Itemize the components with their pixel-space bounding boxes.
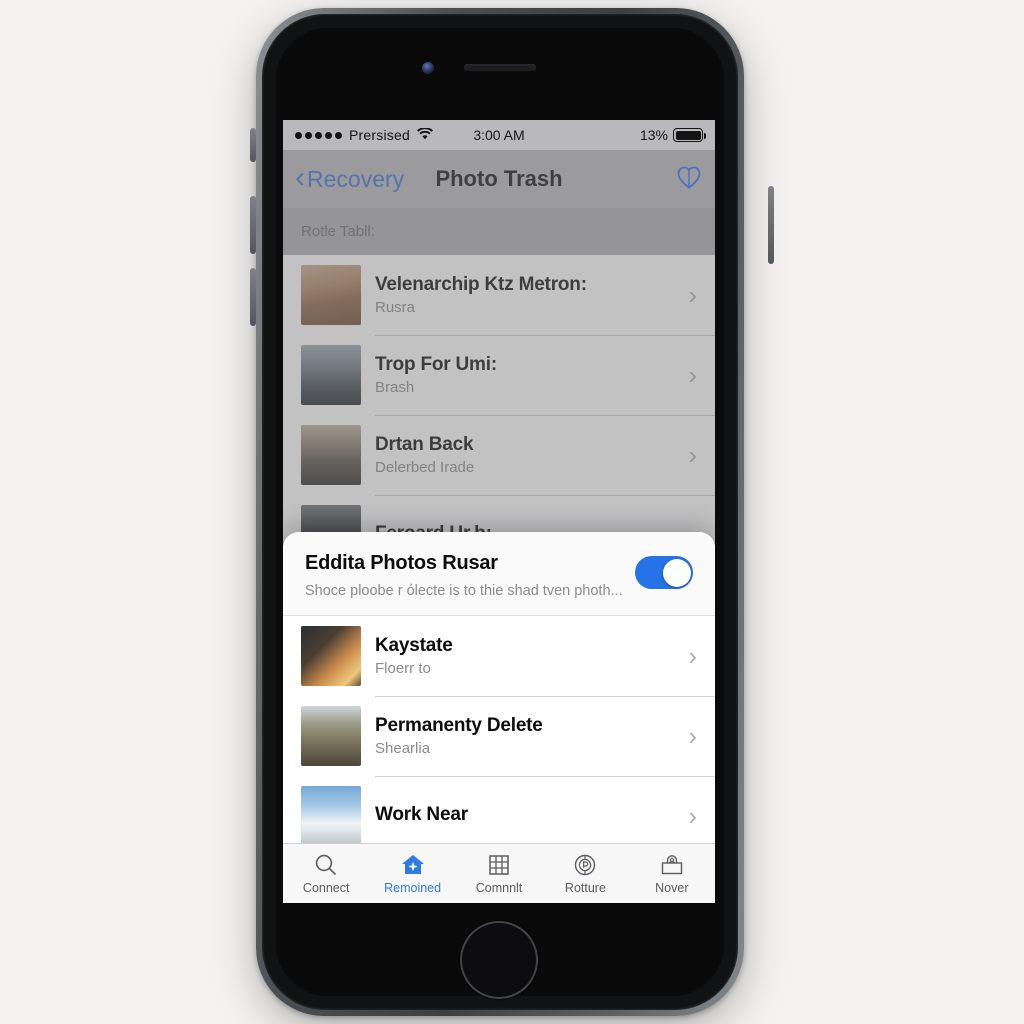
badge-icon: [572, 852, 598, 878]
photo-trash-list: Velenarchip Ktz Metron: Rusra › Trop For…: [283, 255, 715, 575]
status-bar: Prersised 3:00 AM 13%: [283, 120, 715, 150]
tab-comnnlt[interactable]: Comnnlt: [456, 852, 542, 895]
list-item-text: Work Near: [375, 804, 674, 829]
snow-mountain-photo: [301, 786, 361, 844]
navigation-bar: ‹ Recovery Photo Trash: [283, 150, 715, 208]
tab-label: Comnnlt: [475, 881, 523, 895]
tab-nover[interactable]: Nover: [629, 852, 715, 895]
list-item-title: Velenarchip Ktz Metron:: [375, 274, 587, 295]
list-item[interactable]: Work Near ›: [283, 776, 715, 844]
chevron-right-icon: ›: [688, 800, 697, 831]
battery-percent-label: 13%: [639, 127, 668, 143]
list-item-title: Kaystate: [375, 635, 453, 656]
tab-remoined[interactable]: Remoined: [369, 852, 455, 895]
tower-bridge-photo: [301, 345, 361, 405]
sheet-header-text: Eddita Photos Rusar Shoce ploobe r όlect…: [305, 552, 623, 599]
list-item-title: Permanenty Delete: [375, 715, 543, 736]
list-item[interactable]: Permanenty Delete Shearlia ›: [283, 696, 715, 776]
list-item-title: Trop For Umi:: [375, 354, 497, 375]
list-item[interactable]: Velenarchip Ktz Metron: Rusra ›: [283, 255, 715, 335]
status-bar-right: 13%: [639, 127, 706, 143]
list-item-subtitle: Floerr to: [375, 660, 431, 677]
sunset-person-photo: [301, 626, 361, 686]
list-item-subtitle: Brash: [375, 379, 415, 396]
phone-screen: Prersised 3:00 AM 13% ‹ Recovery Photo T…: [283, 120, 715, 903]
silent-switch[interactable]: [250, 128, 256, 162]
earpiece-speaker: [464, 64, 536, 71]
list-item-text: Velenarchip Ktz Metron: Rusra: [375, 274, 674, 316]
tab-label: Connect: [302, 881, 350, 895]
search-icon: [313, 852, 339, 878]
list-item-title: Work Near: [375, 803, 468, 825]
person-card-icon: [659, 852, 685, 878]
list-item[interactable]: Drtan Back Delerbed Irade ›: [283, 415, 715, 495]
battery-icon: [673, 128, 706, 142]
page-title: Photo Trash: [435, 166, 563, 191]
tab-connect[interactable]: Connect: [283, 852, 369, 895]
list-item-text: Trop For Umi: Brash: [375, 354, 674, 396]
section-header: Rotle Tabll:: [283, 208, 715, 255]
list-item-title: Drtan Back: [375, 434, 474, 455]
chevron-right-icon: ›: [688, 640, 697, 671]
front-camera: [422, 62, 434, 74]
tab-rotture[interactable]: Rotture: [542, 852, 628, 895]
screenshot-root: Prersised 3:00 AM 13% ‹ Recovery Photo T…: [0, 0, 1024, 1024]
tab-label: Rotture: [564, 881, 606, 895]
chevron-right-icon: ›: [688, 279, 697, 310]
chevron-right-icon: ›: [688, 720, 697, 751]
chevron-right-icon: ›: [688, 439, 697, 470]
list-item-text: Permanenty Delete Shearlia: [375, 715, 674, 757]
power-button[interactable]: [768, 186, 774, 264]
list-item-subtitle: Delerbed Irade: [375, 459, 475, 476]
list-item[interactable]: Trop For Umi: Brash ›: [283, 335, 715, 415]
sheet-list: Kaystate Floerr to › Permanenty Delete S…: [283, 616, 715, 844]
volume-up-button[interactable]: [250, 196, 256, 254]
list-item-subtitle: Rusra: [375, 299, 416, 316]
list-item[interactable]: Kaystate Floerr to ›: [283, 616, 715, 696]
home-button[interactable]: [460, 921, 538, 999]
edit-photos-toggle[interactable]: [635, 556, 693, 589]
heart-icon[interactable]: [675, 163, 703, 196]
person-road-photo: [301, 425, 361, 485]
list-item-text: Drtan Back Delerbed Irade: [375, 434, 674, 476]
home-add-icon: [400, 852, 426, 878]
tab-label: Nover: [655, 881, 689, 895]
list-item-subtitle: Shearlia: [375, 740, 431, 757]
grid-icon: [486, 852, 512, 878]
sheet-subtitle: Shoce ploobe r όlecte is to thie shad tv…: [305, 583, 623, 599]
family-hill-photo: [301, 706, 361, 766]
volume-down-button[interactable]: [250, 268, 256, 326]
sheet-title: Eddita Photos Rusar: [305, 552, 498, 574]
edit-photos-sheet: Eddita Photos Rusar Shoce ploobe r όlect…: [283, 532, 715, 844]
stone-tower-photo: [301, 265, 361, 325]
tab-bar: Connect Remoined Comnnlt Rotture Nover: [283, 843, 715, 903]
tab-label: Remoined: [384, 881, 442, 895]
chevron-right-icon: ›: [688, 359, 697, 390]
list-item-text: Kaystate Floerr to: [375, 635, 674, 677]
sheet-header: Eddita Photos Rusar Shoce ploobe r όlect…: [283, 532, 715, 616]
